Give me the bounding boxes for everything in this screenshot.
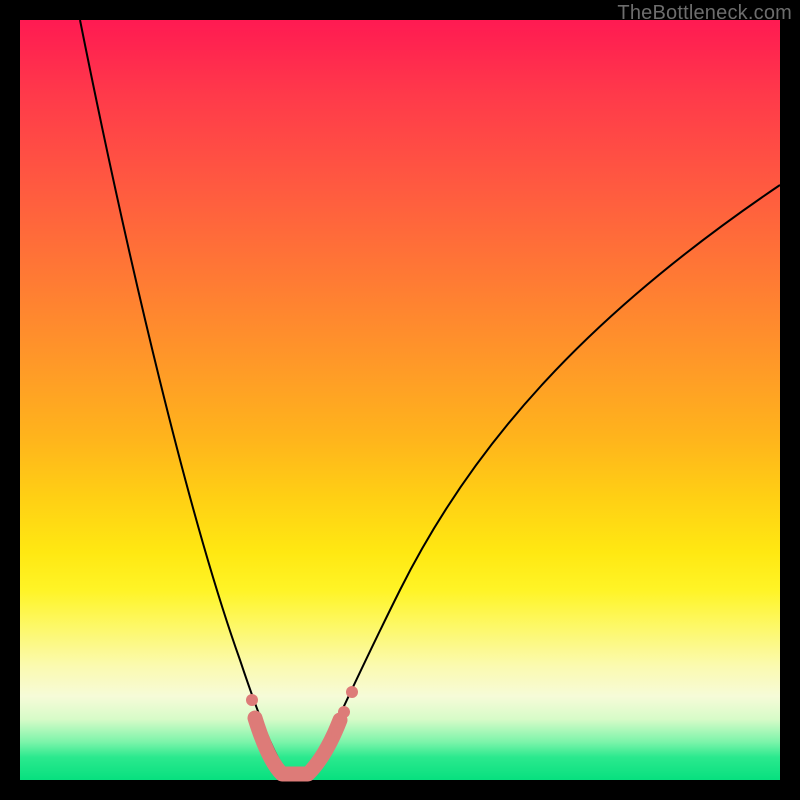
trace-dot	[331, 727, 341, 737]
right-curve	[310, 185, 780, 777]
watermark-text: TheBottleneck.com	[617, 2, 792, 25]
left-curve	[80, 20, 290, 777]
trace-dot	[246, 694, 258, 706]
trace-dot	[338, 706, 350, 718]
highlight-trace	[255, 718, 340, 774]
trace-dot	[252, 719, 264, 731]
trace-dot	[346, 686, 358, 698]
chart-svg	[20, 20, 780, 780]
